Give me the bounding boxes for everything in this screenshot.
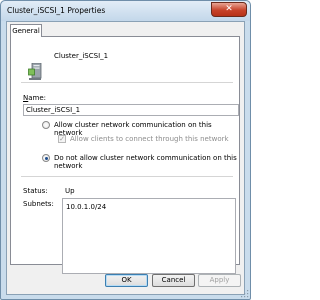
close-icon: ✕ <box>225 4 233 14</box>
network-resource-icon <box>28 63 42 80</box>
resource-name: Cluster_iSCSI_1 <box>54 52 109 60</box>
status-label: Status: <box>23 187 48 195</box>
subnets-list[interactable]: 10.0.1.0/24 <box>62 198 236 274</box>
dialog-body: General Cluster_iSCSI_1 Name: Allow clus… <box>6 21 245 295</box>
apply-button[interactable]: Apply <box>198 274 241 287</box>
allow-cluster-radio[interactable] <box>42 121 50 129</box>
subnets-label: Subnets: <box>23 200 54 208</box>
name-label: Name: <box>23 94 47 102</box>
separator-bottom <box>21 176 233 177</box>
close-button[interactable]: ✕ <box>211 2 247 17</box>
allow-clients-checkbox[interactable]: ✓ <box>58 135 66 143</box>
tab-general[interactable]: General <box>10 24 42 37</box>
check-icon: ✓ <box>59 135 65 143</box>
window-title: Cluster_iSCSI_1 Properties <box>7 6 106 15</box>
resize-grip-icon[interactable] <box>241 290 249 298</box>
separator-top <box>21 82 233 83</box>
do-not-allow-radio[interactable] <box>42 154 50 162</box>
list-item[interactable]: 10.0.1.0/24 <box>66 203 106 211</box>
status-value: Up <box>65 187 75 195</box>
do-not-allow-label[interactable]: Do not allow cluster network communicati… <box>54 154 239 170</box>
cancel-button[interactable]: Cancel <box>152 274 195 287</box>
allow-clients-label[interactable]: Allow clients to connect through this ne… <box>70 135 229 143</box>
general-tab-panel: Cluster_iSCSI_1 Name: Allow cluster netw… <box>10 36 240 274</box>
ok-button[interactable]: OK <box>105 274 148 287</box>
title-bar[interactable]: Cluster_iSCSI_1 Properties ✕ <box>1 1 250 21</box>
properties-window: Cluster_iSCSI_1 Properties ✕ General Clu… <box>0 0 251 300</box>
name-field[interactable] <box>23 104 239 116</box>
